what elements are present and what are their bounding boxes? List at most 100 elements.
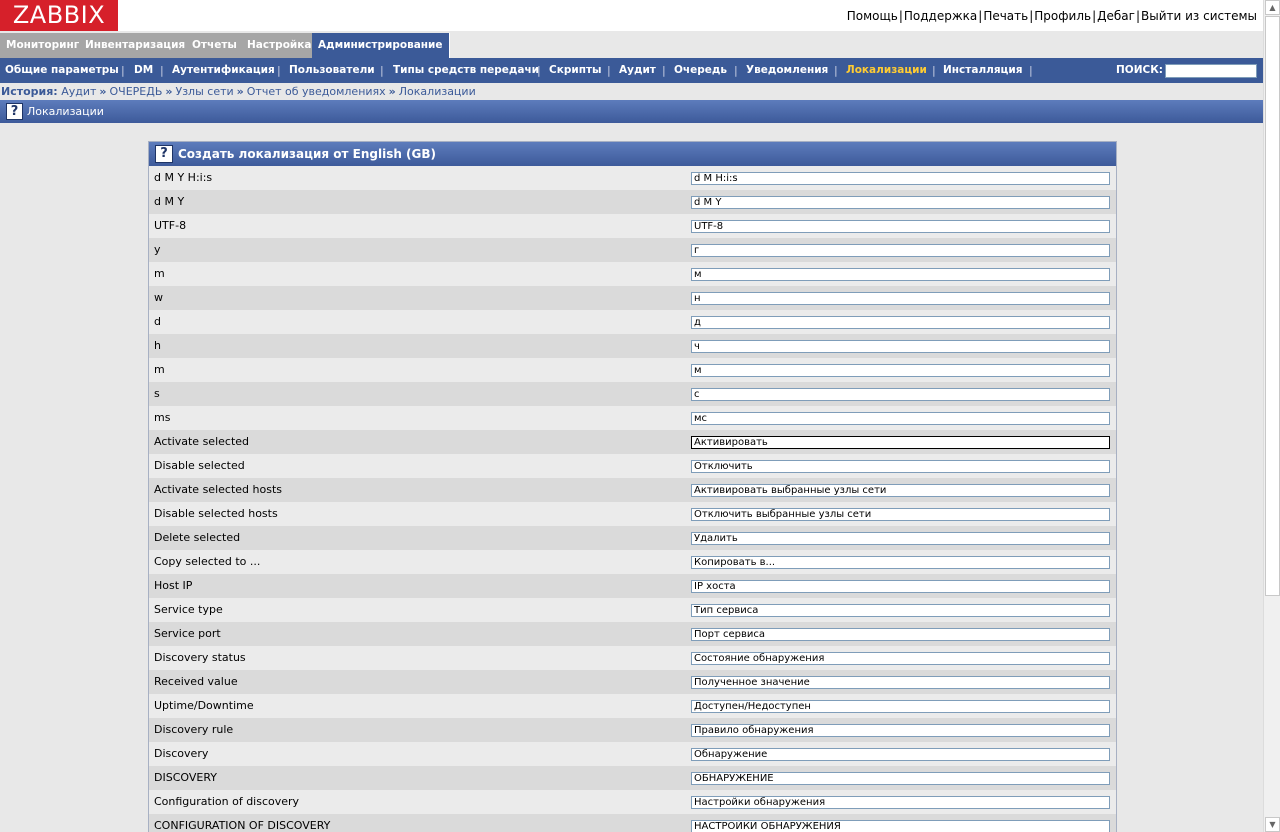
translation-input[interactable] bbox=[691, 292, 1110, 305]
submenu-separator: | bbox=[121, 64, 125, 77]
row-label: Discovery status bbox=[154, 651, 246, 664]
row-label: m bbox=[154, 363, 165, 376]
tab-4[interactable]: Администрирование bbox=[312, 33, 450, 58]
translation-input[interactable] bbox=[691, 700, 1110, 713]
breadcrumb-item-3[interactable]: Отчет об уведомлениях bbox=[247, 85, 386, 98]
translation-input[interactable] bbox=[691, 436, 1110, 449]
vertical-scrollbar[interactable]: ▲ ▼ bbox=[1263, 0, 1280, 832]
submenu-item-6[interactable]: Аудит bbox=[619, 58, 656, 83]
locale-form: ? Создать локализация от English (GB) d … bbox=[148, 141, 1117, 832]
submenu-item-1[interactable]: DM bbox=[134, 58, 153, 83]
translation-input[interactable] bbox=[691, 196, 1110, 209]
row-label: Host IP bbox=[154, 579, 193, 592]
row-label: w bbox=[154, 291, 163, 304]
submenu-item-4[interactable]: Типы средств передачи bbox=[393, 58, 539, 83]
form-row: Uptime/Downtime bbox=[149, 694, 1116, 718]
row-label: Received value bbox=[154, 675, 238, 688]
row-label: s bbox=[154, 387, 160, 400]
tab-2[interactable]: Отчеты bbox=[186, 33, 244, 58]
translation-input[interactable] bbox=[691, 604, 1110, 617]
submenu-item-2[interactable]: Аутентификация bbox=[172, 58, 275, 83]
scroll-up-arrow-icon[interactable]: ▲ bbox=[1265, 0, 1280, 15]
translation-input[interactable] bbox=[691, 484, 1110, 497]
top-link-3[interactable]: Профиль bbox=[1034, 9, 1091, 23]
translation-input[interactable] bbox=[691, 340, 1110, 353]
tab-0[interactable]: Мониторинг bbox=[0, 33, 87, 58]
breadcrumb-item-4[interactable]: Локализации bbox=[399, 85, 476, 98]
translation-input[interactable] bbox=[691, 172, 1110, 185]
translation-input[interactable] bbox=[691, 772, 1110, 785]
translation-input[interactable] bbox=[691, 652, 1110, 665]
top-link-4[interactable]: Дебаг bbox=[1097, 9, 1135, 23]
row-label: Delete selected bbox=[154, 531, 241, 544]
form-row: d bbox=[149, 310, 1116, 334]
zabbix-logo[interactable]: ZABBIX bbox=[0, 0, 118, 31]
translation-input[interactable] bbox=[691, 268, 1110, 281]
row-label: CONFIGURATION OF DISCOVERY bbox=[154, 819, 331, 832]
breadcrumb-item-1[interactable]: ОЧЕРЕДЬ bbox=[110, 85, 163, 98]
submenu-item-5[interactable]: Скрипты bbox=[549, 58, 602, 83]
breadcrumb-arrow-icon: » bbox=[99, 85, 107, 98]
form-row: Discovery bbox=[149, 742, 1116, 766]
translation-input[interactable] bbox=[691, 316, 1110, 329]
form-row: Delete selected bbox=[149, 526, 1116, 550]
submenu-item-0[interactable]: Общие параметры bbox=[5, 58, 119, 83]
row-label: Disable selected bbox=[154, 459, 245, 472]
translation-input[interactable] bbox=[691, 388, 1110, 401]
top-link-0[interactable]: Помощь bbox=[847, 9, 898, 23]
breadcrumb-item-2[interactable]: Узлы сети bbox=[176, 85, 234, 98]
translation-input[interactable] bbox=[691, 508, 1110, 521]
help-icon[interactable]: ? bbox=[6, 103, 23, 120]
submenu-item-3[interactable]: Пользователи bbox=[289, 58, 375, 83]
translation-input[interactable] bbox=[691, 724, 1110, 737]
submenu-separator: | bbox=[932, 64, 936, 77]
submenu-separator: | bbox=[662, 64, 666, 77]
breadcrumb-arrow-icon: » bbox=[388, 85, 396, 98]
breadcrumb-item-0[interactable]: Аудит bbox=[61, 85, 96, 98]
submenu-separator: | bbox=[380, 64, 384, 77]
row-label: Disable selected hosts bbox=[154, 507, 278, 520]
top-link-5[interactable]: Выйти из системы bbox=[1141, 9, 1257, 23]
submenu-item-9[interactable]: Локализации bbox=[846, 58, 927, 83]
translation-input[interactable] bbox=[691, 364, 1110, 377]
submenu-item-8[interactable]: Уведомления bbox=[746, 58, 828, 83]
scroll-down-arrow-icon[interactable]: ▼ bbox=[1265, 817, 1280, 832]
form-row: d M Y bbox=[149, 190, 1116, 214]
translation-input[interactable] bbox=[691, 580, 1110, 593]
tab-1[interactable]: Инвентаризация bbox=[79, 33, 193, 58]
row-label: Activate selected bbox=[154, 435, 250, 448]
search-input[interactable] bbox=[1165, 64, 1257, 78]
translation-input[interactable] bbox=[691, 412, 1110, 425]
form-row: Activate selected bbox=[149, 430, 1116, 454]
submenu-item-10[interactable]: Инсталляция bbox=[943, 58, 1022, 83]
form-row: Copy selected to ... bbox=[149, 550, 1116, 574]
form-help-icon[interactable]: ? bbox=[155, 145, 173, 163]
translation-input[interactable] bbox=[691, 796, 1110, 809]
row-label: Service type bbox=[154, 603, 223, 616]
translation-input[interactable] bbox=[691, 532, 1110, 545]
top-bar: ZABBIX Помощь|Поддержка|Печать|Профиль|Д… bbox=[0, 0, 1263, 31]
translation-input[interactable] bbox=[691, 244, 1110, 257]
translation-input[interactable] bbox=[691, 460, 1110, 473]
form-header: ? Создать локализация от English (GB) bbox=[149, 142, 1116, 166]
form-row: m bbox=[149, 358, 1116, 382]
translation-input[interactable] bbox=[691, 628, 1110, 641]
form-row: Service port bbox=[149, 622, 1116, 646]
translation-input[interactable] bbox=[691, 676, 1110, 689]
form-row: w bbox=[149, 286, 1116, 310]
row-label: d bbox=[154, 315, 161, 328]
top-link-2[interactable]: Печать bbox=[983, 9, 1028, 23]
top-link-1[interactable]: Поддержка bbox=[904, 9, 977, 23]
translation-input[interactable] bbox=[691, 556, 1110, 569]
row-label: d M Y H:i:s bbox=[154, 171, 213, 184]
translation-input[interactable] bbox=[691, 748, 1110, 761]
translation-input[interactable] bbox=[691, 220, 1110, 233]
top-link-separator: | bbox=[978, 9, 983, 23]
tab-3[interactable]: Настройка bbox=[241, 33, 319, 58]
form-row: Discovery rule bbox=[149, 718, 1116, 742]
scroll-thumb[interactable] bbox=[1265, 16, 1280, 596]
page: ZABBIX Помощь|Поддержка|Печать|Профиль|Д… bbox=[0, 0, 1263, 832]
breadcrumb: История: Аудит» ОЧЕРЕДЬ» Узлы сети» Отчет о… bbox=[0, 83, 1263, 100]
translation-input[interactable] bbox=[691, 820, 1110, 832]
submenu-item-7[interactable]: Очередь bbox=[674, 58, 727, 83]
